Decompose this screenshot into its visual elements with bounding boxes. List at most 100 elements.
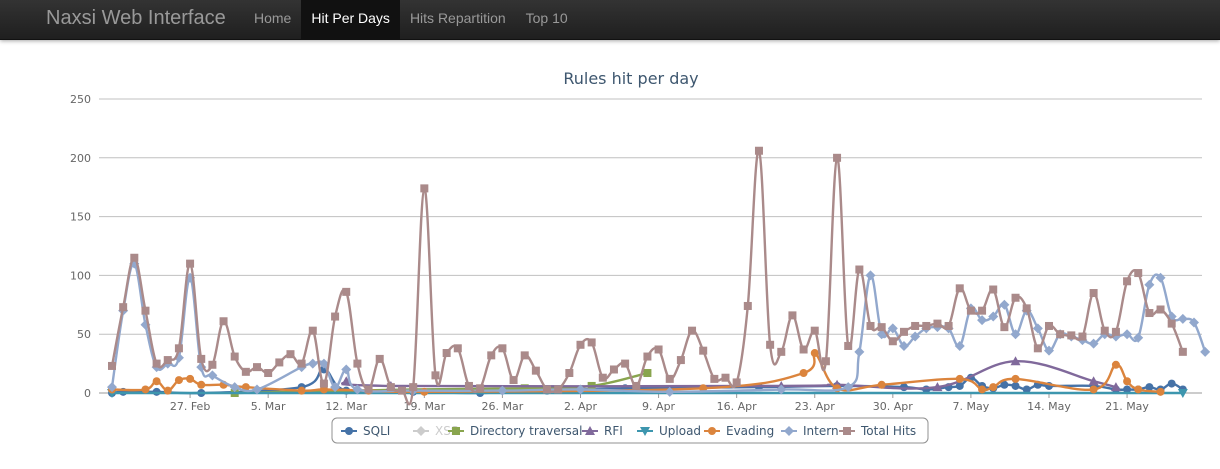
data-point	[1089, 385, 1098, 394]
data-point	[1200, 346, 1211, 357]
data-point	[643, 352, 652, 361]
data-point	[174, 344, 183, 353]
data-point	[788, 311, 797, 320]
data-point	[1100, 326, 1109, 335]
data-point	[241, 367, 250, 376]
legend-symbol	[708, 427, 716, 435]
data-point	[1178, 347, 1187, 356]
data-point	[1000, 323, 1009, 332]
data-point	[297, 386, 306, 395]
data-point	[1123, 377, 1132, 386]
x-tick-label: 16. Apr	[717, 400, 757, 413]
data-point	[1123, 277, 1132, 286]
data-point	[844, 341, 853, 350]
nav-item-hit-per-days: Hit Per Days	[301, 0, 400, 39]
nav-item-hits-repartition: Hits Repartition	[400, 0, 516, 39]
y-tick-label: 150	[70, 211, 91, 224]
data-point	[431, 371, 440, 380]
data-point	[531, 366, 540, 375]
data-point	[721, 373, 730, 382]
data-point	[621, 359, 630, 368]
data-point	[1011, 381, 1020, 390]
nav-link-hits-repartition[interactable]: Hits Repartition	[400, 0, 516, 39]
series-line	[110, 149, 1184, 406]
data-point	[1111, 360, 1120, 369]
brand-link[interactable]: Naxsi Web Interface	[46, 0, 226, 39]
data-point	[130, 253, 139, 262]
x-tick-label: 23. Apr	[795, 400, 835, 413]
data-point	[1089, 289, 1098, 298]
data-point	[877, 323, 886, 332]
data-point	[420, 184, 429, 193]
data-point	[264, 369, 273, 378]
data-point	[855, 265, 864, 274]
data-point	[810, 349, 819, 358]
y-tick-label: 100	[70, 269, 91, 282]
series-intern	[107, 258, 1211, 397]
data-point	[565, 369, 574, 378]
data-point	[833, 153, 842, 162]
data-point	[754, 146, 763, 155]
data-point	[1067, 331, 1076, 340]
nav-item-home: Home	[244, 0, 301, 39]
data-point	[308, 326, 317, 335]
data-point	[966, 306, 975, 315]
data-point	[1144, 279, 1155, 290]
data-point	[877, 380, 886, 389]
legend-label: Total Hits	[860, 424, 916, 438]
data-point	[1032, 323, 1043, 334]
x-tick-label: 14. May	[1027, 400, 1071, 413]
legend-symbol	[452, 427, 460, 435]
data-point	[307, 358, 318, 369]
data-point	[978, 385, 987, 394]
data-point	[643, 369, 652, 378]
data-point	[353, 359, 362, 368]
x-tick-label: 21. May	[1105, 400, 1149, 413]
data-point	[955, 284, 964, 293]
x-tick-label: 27. Feb	[170, 400, 210, 413]
data-point	[766, 340, 775, 349]
legend-label: Upload	[659, 424, 701, 438]
data-point	[1156, 387, 1165, 396]
y-tick-label: 200	[70, 152, 91, 165]
data-point	[119, 303, 128, 312]
data-point	[688, 326, 697, 335]
data-point	[364, 385, 373, 394]
data-point	[676, 356, 685, 365]
data-point	[163, 356, 172, 365]
legend-label: Directory traversal	[470, 424, 582, 438]
data-point	[1167, 319, 1176, 328]
data-point	[342, 287, 351, 296]
x-tick-label: 5. Mar	[251, 400, 286, 413]
x-tick-label: 9. Apr	[642, 400, 675, 413]
data-point	[922, 321, 931, 330]
data-point	[398, 386, 407, 395]
x-tick-label: 2. Apr	[564, 400, 597, 413]
nav-link-home[interactable]: Home	[244, 0, 301, 39]
nav-link-hit-per-days[interactable]: Hit Per Days	[301, 0, 400, 39]
data-point	[699, 346, 708, 355]
x-tick-label: 12. Mar	[325, 400, 367, 413]
data-point	[609, 365, 618, 374]
data-point	[866, 321, 875, 330]
data-point	[275, 358, 284, 367]
legend-label: Intern	[803, 424, 839, 438]
data-point	[1167, 379, 1176, 388]
legend-label: Evading	[726, 424, 774, 438]
data-point	[476, 384, 485, 393]
data-point	[1177, 313, 1188, 324]
data-point	[297, 359, 306, 368]
y-tick-label: 250	[70, 93, 91, 106]
data-point	[710, 374, 719, 383]
data-point	[208, 360, 217, 369]
nav-link-top-10[interactable]: Top 10	[516, 0, 578, 39]
data-point	[865, 270, 876, 281]
data-point	[453, 344, 462, 353]
data-point	[1011, 293, 1020, 302]
data-point	[331, 312, 340, 321]
data-point	[498, 344, 507, 353]
data-point	[732, 378, 741, 387]
data-point	[955, 374, 964, 383]
data-point	[409, 383, 418, 392]
data-point	[375, 354, 384, 363]
